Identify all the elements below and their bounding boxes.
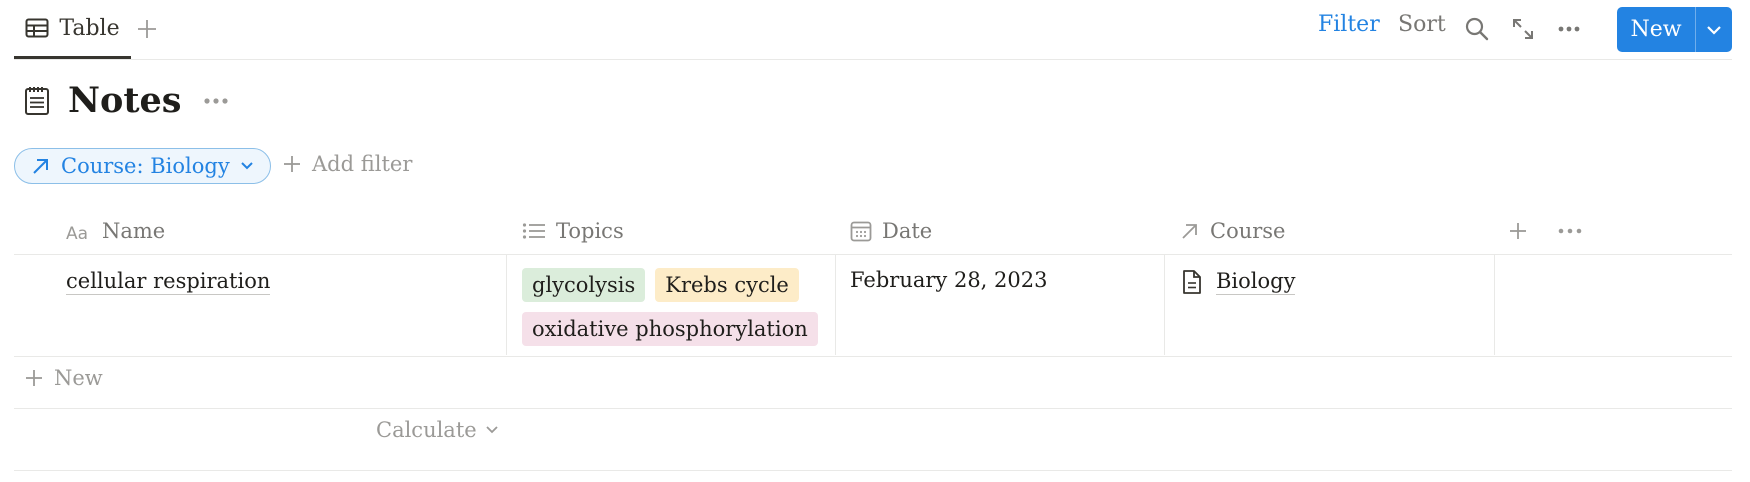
chevron-down-icon[interactable] [1696, 25, 1732, 35]
divider [835, 254, 836, 355]
view-tab-label: Table [59, 15, 120, 41]
divider [14, 470, 1732, 471]
column-label: Topics [556, 219, 624, 243]
divider [506, 254, 507, 355]
filter-button[interactable]: Filter [1318, 12, 1380, 37]
add-view-plus-icon[interactable] [136, 12, 158, 40]
tab-table-view[interactable]: Table [14, 0, 131, 59]
divider [1164, 254, 1165, 355]
course-filter-chip[interactable]: Course: Biology [14, 148, 271, 184]
topic-tag: Krebs cycle [655, 268, 799, 302]
divider [14, 408, 1732, 409]
page-more-icon[interactable] [203, 96, 229, 106]
plus-icon [24, 368, 44, 388]
page-title[interactable]: Notes [68, 80, 181, 121]
page-header: Notes [24, 80, 229, 121]
page-icon [1182, 269, 1202, 295]
column-header-name[interactable]: Aa Name [66, 210, 165, 252]
add-property-plus-icon[interactable] [1508, 210, 1528, 252]
cell-name[interactable]: cellular respiration [66, 268, 271, 295]
new-row-button[interactable]: New [24, 366, 103, 390]
column-header-course[interactable]: Course [1180, 210, 1285, 252]
divider [1494, 254, 1495, 355]
plus-icon [282, 154, 302, 174]
expand-icon[interactable] [1510, 16, 1536, 42]
relation-arrow-icon [1180, 221, 1200, 241]
topic-tag: glycolysis [522, 268, 646, 302]
column-more-icon[interactable] [1558, 210, 1582, 252]
column-label: Course [1210, 219, 1286, 243]
column-label: Date [882, 219, 933, 243]
text-type-icon: Aa [66, 221, 92, 241]
calculate-button[interactable]: Calculate [376, 418, 499, 442]
list-icon [522, 222, 546, 240]
column-label: Name [102, 219, 166, 243]
relation-arrow-icon [31, 156, 51, 176]
cell-course[interactable]: Biology [1182, 268, 1296, 295]
search-icon[interactable] [1464, 16, 1490, 42]
svg-text:Aa: Aa [66, 224, 88, 241]
column-header-topics[interactable]: Topics [522, 210, 624, 252]
more-icon[interactable] [1556, 16, 1582, 42]
new-button[interactable]: New [1617, 7, 1732, 52]
add-filter-label: Add filter [312, 152, 413, 176]
divider [14, 59, 1732, 60]
chevron-down-icon [485, 425, 499, 435]
add-filter-button[interactable]: Add filter [282, 152, 412, 176]
view-toolbar: Table Filter Sort New [0, 0, 1750, 62]
document-icon [24, 86, 50, 116]
topic-tag: oxidative phosphorylation [522, 312, 818, 346]
calculate-label: Calculate [376, 418, 477, 442]
chevron-down-icon [240, 161, 254, 171]
divider [14, 254, 1732, 255]
cell-topics[interactable]: glycolysis Krebs cycle oxidative phospho… [522, 268, 822, 346]
sort-button[interactable]: Sort [1398, 12, 1446, 37]
new-row-label: New [54, 366, 103, 390]
column-header-date[interactable]: Date [850, 210, 932, 252]
divider [14, 356, 1732, 357]
calendar-icon [850, 220, 872, 242]
course-link[interactable]: Biology [1216, 268, 1296, 295]
table-icon [25, 18, 49, 38]
filter-chip-label: Course: Biology [61, 154, 230, 178]
cell-date[interactable]: February 28, 2023 [850, 268, 1047, 292]
new-button-label: New [1630, 17, 1682, 42]
